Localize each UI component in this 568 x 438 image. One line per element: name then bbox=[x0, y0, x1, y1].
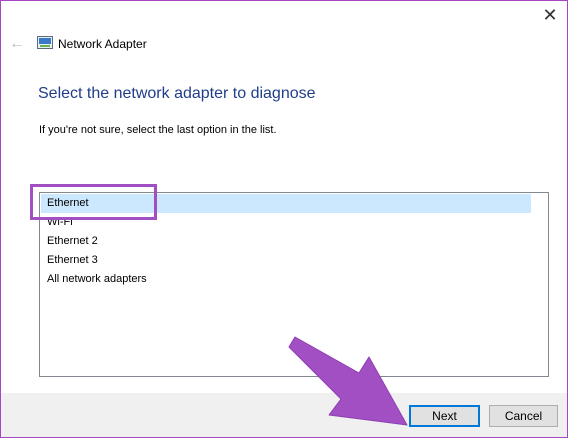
window-title: Network Adapter bbox=[58, 37, 147, 51]
list-item-ethernet-3[interactable]: Ethernet 3 bbox=[41, 251, 98, 270]
close-icon[interactable]: ✕ bbox=[539, 5, 561, 25]
network-adapter-dialog: ✕ ← Network Adapter Select the network a… bbox=[0, 0, 568, 438]
instruction-text: If you're not sure, select the last opti… bbox=[39, 124, 277, 136]
next-button[interactable]: Next bbox=[409, 405, 480, 427]
listbox-scrollbar[interactable] bbox=[531, 194, 547, 375]
dialog-footer: Next Cancel bbox=[1, 393, 567, 437]
list-item-ethernet-2[interactable]: Ethernet 2 bbox=[41, 232, 98, 251]
page-heading: Select the network adapter to diagnose bbox=[38, 85, 316, 102]
list-item-ethernet[interactable]: Ethernet bbox=[41, 194, 534, 213]
cancel-button[interactable]: Cancel bbox=[489, 405, 558, 427]
list-item-all-adapters[interactable]: All network adapters bbox=[41, 270, 147, 289]
list-item-wifi[interactable]: Wi-Fi bbox=[41, 213, 73, 232]
adapter-listbox[interactable]: Ethernet Wi-Fi Ethernet 2 Ethernet 3 All… bbox=[39, 192, 549, 377]
back-arrow-icon[interactable]: ← bbox=[9, 36, 25, 52]
network-adapter-icon bbox=[37, 36, 53, 50]
